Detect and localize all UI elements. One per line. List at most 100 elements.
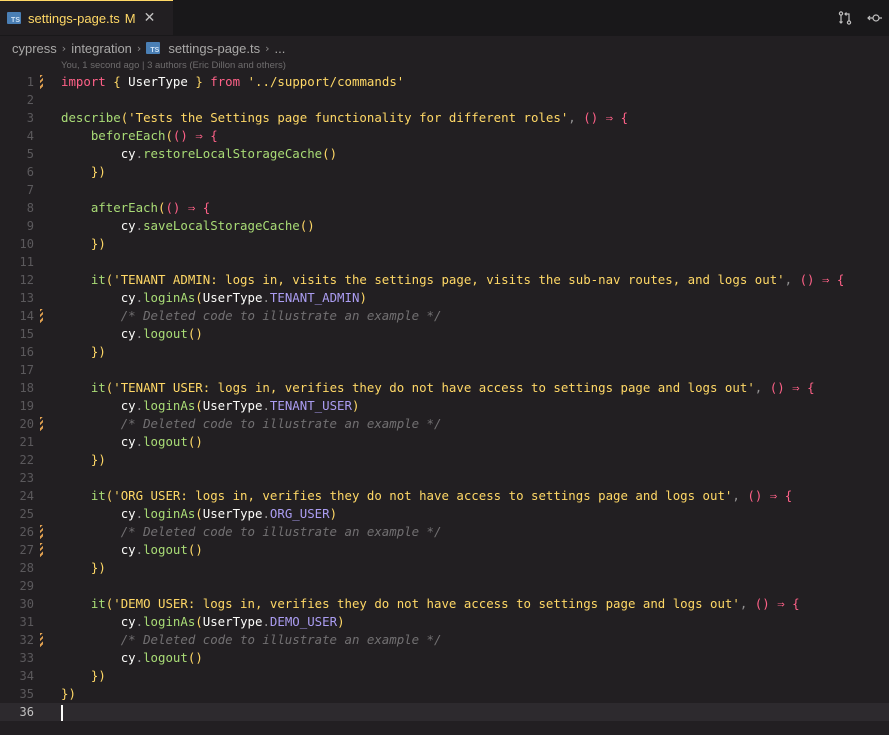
code-line[interactable]: 23: [0, 469, 889, 487]
line-code: cy.loginAs(UserType.TENANT_USER): [120, 398, 360, 413]
code-line[interactable]: 1 import { UserType } from '../support/co…: [0, 73, 889, 91]
line-number: 24: [19, 489, 34, 503]
line-number: 20: [19, 417, 34, 431]
line-number: 23: [19, 471, 34, 485]
line-number: 34: [19, 669, 34, 683]
code-line[interactable]: 16 }): [0, 343, 889, 361]
close-icon[interactable]: ✕: [144, 10, 156, 26]
code-line[interactable]: 25 cy.loginAs(UserType.ORG_USER): [0, 505, 889, 523]
text-cursor: [61, 704, 63, 721]
code-line[interactable]: 7: [0, 181, 889, 199]
line-number: 28: [19, 561, 34, 575]
line-code: /* Deleted code to illustrate an example…: [120, 308, 442, 323]
code-line[interactable]: 19 cy.loginAs(UserType.TENANT_USER): [0, 397, 889, 415]
code-line[interactable]: 36: [0, 703, 889, 721]
code-line[interactable]: 24 it('ORG USER: logs in, verifies they …: [0, 487, 889, 505]
compare-changes-icon[interactable]: [837, 10, 853, 26]
code-line[interactable]: 11: [0, 253, 889, 271]
line-number: 5: [26, 147, 34, 161]
line-code: cy.loginAs(UserType.ORG_USER): [120, 506, 338, 521]
code-line[interactable]: 35}): [0, 685, 889, 703]
code-line[interactable]: 18 it('TENANT USER: logs in, verifies th…: [0, 379, 889, 397]
modified-indicator: M: [124, 10, 136, 26]
line-number: 36: [19, 705, 34, 719]
git-modified-gutter-marker[interactable]: [40, 417, 43, 431]
timeline-icon[interactable]: [867, 10, 883, 26]
code-line[interactable]: 33 cy.logout(): [0, 649, 889, 667]
code-line[interactable]: 22 }): [0, 451, 889, 469]
code-line[interactable]: 20 /* Deleted code to illustrate an exam…: [0, 415, 889, 433]
line-number: 11: [19, 255, 34, 269]
code-line[interactable]: 9 cy.saveLocalStorageCache(): [0, 217, 889, 235]
code-line[interactable]: 29: [0, 577, 889, 595]
code-line[interactable]: 28 }): [0, 559, 889, 577]
breadcrumb-separator: ›: [61, 41, 67, 55]
line-code: cy.loginAs(UserType.TENANT_ADMIN): [120, 290, 367, 305]
code-line[interactable]: 8 afterEach(() ⇒ {: [0, 199, 889, 217]
tab-title: settings-page.ts: [28, 10, 120, 26]
code-line[interactable]: 13 cy.loginAs(UserType.TENANT_ADMIN): [0, 289, 889, 307]
line-code: cy.loginAs(UserType.DEMO_USER): [120, 614, 345, 629]
line-number: 2: [26, 93, 34, 107]
line-number: 17: [19, 363, 34, 377]
line-number: 3: [26, 111, 34, 125]
line-number: 13: [19, 291, 34, 305]
git-modified-gutter-marker[interactable]: [40, 525, 43, 539]
line-code: }): [61, 686, 76, 701]
code-line[interactable]: 26 /* Deleted code to illustrate an exam…: [0, 523, 889, 541]
line-code: cy.logout(): [120, 650, 203, 665]
code-line[interactable]: 2: [0, 91, 889, 109]
breadcrumb-item-cypress[interactable]: cypress: [12, 41, 57, 56]
code-line[interactable]: 34 }): [0, 667, 889, 685]
tab-bar: TS settings-page.ts M ✕: [0, 0, 889, 36]
code-line[interactable]: 10 }): [0, 235, 889, 253]
line-number: 27: [19, 543, 34, 557]
breadcrumb-item-file[interactable]: settings-page.ts: [168, 41, 260, 56]
editor-actions: [837, 10, 883, 26]
breadcrumb-item-integration[interactable]: integration: [71, 41, 132, 56]
code-line[interactable]: 12 it('TENANT ADMIN: logs in, visits the…: [0, 271, 889, 289]
breadcrumb: cypress › integration › TS settings-page…: [0, 36, 889, 60]
line-code: beforeEach(() ⇒ {: [90, 128, 218, 143]
code-line[interactable]: 31 cy.loginAs(UserType.DEMO_USER): [0, 613, 889, 631]
line-number: 14: [19, 309, 34, 323]
code-line[interactable]: 5 cy.restoreLocalStorageCache(): [0, 145, 889, 163]
line-number: 12: [19, 273, 34, 287]
line-code: }): [90, 344, 106, 359]
line-number: 10: [19, 237, 34, 251]
code-line[interactable]: 27 cy.logout(): [0, 541, 889, 559]
code-line[interactable]: 3 describe('Tests the Settings page funct…: [0, 109, 889, 127]
typescript-file-icon: TS: [7, 12, 21, 24]
line-number: 32: [19, 633, 34, 647]
code-line[interactable]: 21 cy.logout(): [0, 433, 889, 451]
code-editor[interactable]: You, 1 second ago | 3 authors (Eric Dill…: [0, 60, 889, 735]
line-number: 7: [26, 183, 34, 197]
line-number: 1: [26, 75, 34, 89]
line-number: 33: [19, 651, 34, 665]
code-line[interactable]: 32 /* Deleted code to illustrate an exam…: [0, 631, 889, 649]
line-code: /* Deleted code to illustrate an example…: [120, 416, 442, 431]
breadcrumb-separator: ›: [265, 41, 270, 55]
code-line[interactable]: 15 cy.logout(): [0, 325, 889, 343]
code-line[interactable]: 17: [0, 361, 889, 379]
code-line[interactable]: 4 beforeEach(() ⇒ {: [0, 127, 889, 145]
git-modified-gutter-marker[interactable]: [40, 543, 43, 557]
code-line[interactable]: 30 it('DEMO USER: logs in, verifies they…: [0, 595, 889, 613]
line-code: /* Deleted code to illustrate an example…: [120, 524, 442, 539]
tab-settings-page[interactable]: TS settings-page.ts M ✕: [0, 0, 173, 35]
line-number: 19: [19, 399, 34, 413]
code-line[interactable]: 6 }): [0, 163, 889, 181]
line-code: }): [90, 164, 106, 179]
git-modified-gutter-marker[interactable]: [40, 309, 43, 323]
code-line[interactable]: 14 /* Deleted code to illustrate an exam…: [0, 307, 889, 325]
typescript-file-icon: TS: [146, 42, 161, 54]
git-modified-gutter-marker[interactable]: [40, 633, 43, 647]
line-code: }): [90, 452, 106, 467]
git-modified-gutter-marker[interactable]: [40, 75, 43, 89]
line-number: 6: [26, 165, 34, 179]
line-code: }): [90, 236, 106, 251]
line-code: it('TENANT ADMIN: logs in, visits the se…: [90, 272, 845, 287]
line-code: [61, 703, 63, 721]
line-code: cy.logout(): [120, 542, 203, 557]
breadcrumb-item-symbols[interactable]: ...: [275, 41, 286, 56]
